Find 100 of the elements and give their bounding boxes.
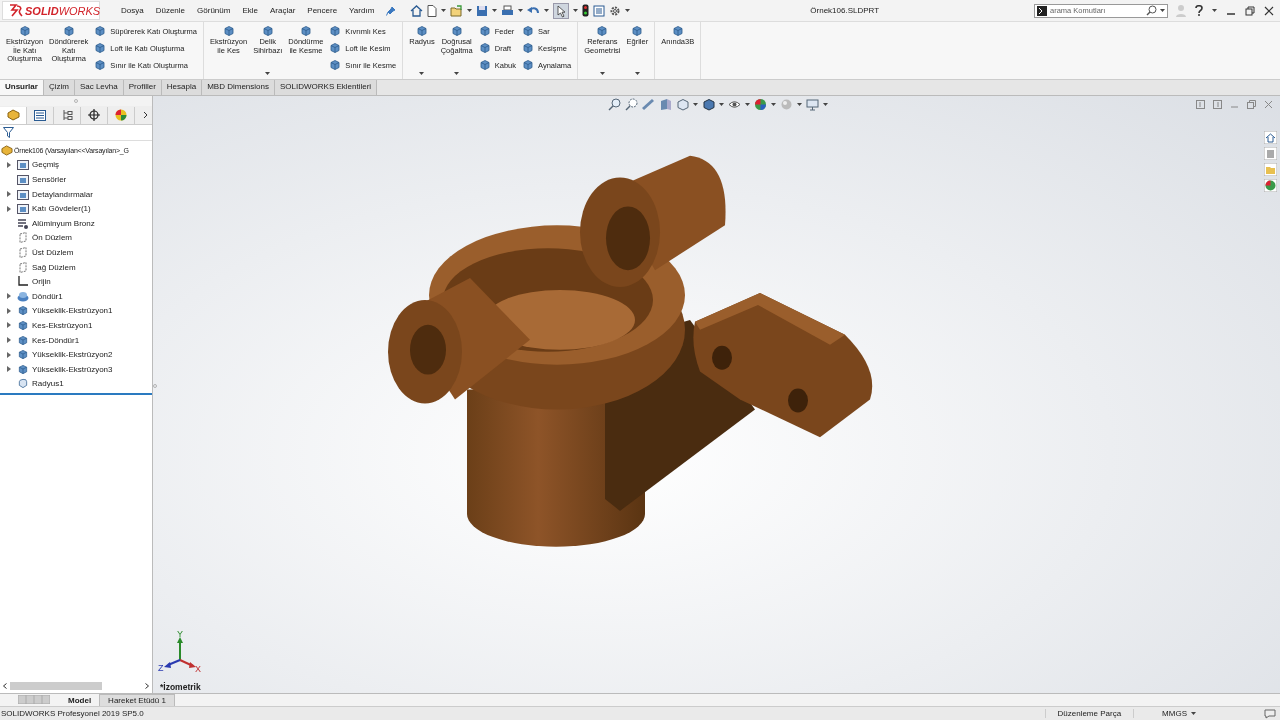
- display-style-icon[interactable]: [702, 98, 715, 111]
- traffic-light-icon[interactable]: [582, 4, 590, 17]
- expand-arrow-icon[interactable]: [6, 307, 11, 314]
- home-icon[interactable]: [410, 4, 424, 17]
- caret-icon[interactable]: [745, 103, 750, 106]
- filter-icon[interactable]: [3, 127, 14, 138]
- ribbon-tab[interactable]: Unsurlar: [0, 80, 44, 95]
- ribbon-tab[interactable]: SOLIDWORKS Eklentileri: [275, 80, 378, 95]
- view-orientation-icon[interactable]: [676, 98, 689, 111]
- splitter-handle-icon[interactable]: [74, 99, 78, 103]
- eye-icon[interactable]: [728, 98, 741, 111]
- tree-item[interactable]: Detaylandırmalar: [32, 189, 93, 199]
- search-icon[interactable]: [1146, 5, 1157, 16]
- color-ball-icon[interactable]: [1264, 179, 1277, 192]
- menu-item[interactable]: Yardım: [349, 6, 375, 15]
- tree-item[interactable]: Ön Düzlem: [32, 233, 72, 243]
- ribbon-tab[interactable]: MBD Dimensions: [202, 80, 275, 95]
- restore-icon[interactable]: [1245, 5, 1255, 16]
- caret-icon[interactable]: [1160, 9, 1165, 12]
- model-tab[interactable]: Hareket Etüdü 1: [99, 693, 175, 707]
- caret-icon[interactable]: [823, 103, 828, 106]
- menu-item[interactable]: Araçlar: [269, 6, 296, 15]
- caret-icon[interactable]: [1212, 9, 1217, 12]
- caret-icon[interactable]: [719, 103, 724, 106]
- expand-arrow-icon[interactable]: [6, 337, 11, 343]
- tile-right-icon[interactable]: [1213, 100, 1222, 109]
- menu-item[interactable]: Dosya: [121, 6, 144, 15]
- expand-arrow-icon[interactable]: [6, 205, 11, 212]
- caret-icon[interactable]: [599, 72, 605, 75]
- settings-icon[interactable]: [609, 4, 622, 17]
- ribbon-tab[interactable]: Çizim: [43, 80, 75, 95]
- caret-icon[interactable]: [454, 72, 460, 75]
- restore-icon[interactable]: [1247, 100, 1256, 109]
- scroll-right-icon[interactable]: [145, 682, 149, 689]
- tree-item[interactable]: Kes-Döndür1: [32, 335, 80, 345]
- cube-icon: [478, 59, 491, 71]
- menu-item[interactable]: Görünüm: [197, 6, 231, 15]
- select-pointer-icon[interactable]: [553, 2, 570, 19]
- save-icon[interactable]: [476, 4, 489, 17]
- caret-icon[interactable]: [518, 9, 524, 12]
- tree-item[interactable]: Sensörler: [32, 175, 67, 184]
- section-view-icon[interactable]: [659, 98, 672, 111]
- caret-icon[interactable]: [1191, 712, 1196, 715]
- close-icon[interactable]: [1264, 5, 1274, 16]
- caret-icon[interactable]: [265, 72, 271, 75]
- zoom-area-icon[interactable]: [625, 98, 638, 111]
- tree-item[interactable]: Radyus1: [32, 379, 64, 389]
- pin-icon[interactable]: [386, 5, 397, 16]
- appearance-icon[interactable]: [754, 98, 767, 111]
- caret-icon[interactable]: [797, 103, 802, 106]
- tree-item[interactable]: Üst Düzlem: [32, 247, 74, 257]
- expand-arrow-icon[interactable]: [6, 191, 11, 198]
- caret-icon[interactable]: [634, 72, 640, 75]
- help-icon[interactable]: [1195, 5, 1203, 16]
- logo[interactable]: SOLIDWORKS: [2, 1, 100, 20]
- tree-item[interactable]: Geçmiş: [32, 160, 60, 170]
- tree-item[interactable]: Yükseklik-Ekstrüzyon3: [32, 364, 113, 374]
- caret-icon[interactable]: [693, 103, 698, 106]
- tile-left-icon[interactable]: [1196, 100, 1205, 109]
- caret-icon[interactable]: [467, 9, 473, 12]
- expand-arrow-icon[interactable]: [6, 351, 11, 358]
- zoom-fit-icon[interactable]: [608, 98, 621, 111]
- home-icon[interactable]: [1264, 131, 1277, 144]
- caret-icon[interactable]: [771, 103, 776, 106]
- menu-item[interactable]: Pencere: [307, 6, 338, 15]
- new-document-icon[interactable]: [427, 4, 438, 17]
- expand-arrow-icon[interactable]: [6, 322, 11, 329]
- chevron-right-icon[interactable]: [143, 111, 148, 119]
- expand-arrow-icon[interactable]: [6, 293, 11, 300]
- comment-icon[interactable]: [1264, 708, 1276, 719]
- tree-item[interactable]: Orijin: [32, 277, 51, 287]
- splitter-handle-icon[interactable]: [153, 384, 157, 388]
- tree-item[interactable]: Alüminyum Bronz: [32, 218, 95, 228]
- rollback-bar[interactable]: [0, 393, 152, 396]
- caret-icon[interactable]: [441, 9, 447, 12]
- tree-item[interactable]: Katı Gövdeler(1): [32, 204, 91, 214]
- ribbon-tab[interactable]: Sac Levha: [74, 80, 124, 95]
- tree-item[interactable]: Kes-Ekstrüzyon1: [32, 320, 93, 330]
- monitor-icon[interactable]: [806, 98, 819, 111]
- ribbon-tab[interactable]: Hesapla: [161, 80, 203, 95]
- menu-item[interactable]: Düzenle: [155, 6, 186, 15]
- caret-icon[interactable]: [544, 9, 550, 12]
- tree-item[interactable]: Sağ Düzlem: [32, 262, 76, 272]
- caret-icon[interactable]: [625, 9, 631, 12]
- tree-item[interactable]: Yükseklik-Ekstrüzyon1: [32, 306, 113, 316]
- panel-tab[interactable]: [0, 106, 27, 124]
- tree-item[interactable]: Döndür1: [32, 291, 63, 301]
- menu-item[interactable]: Ekle: [242, 6, 258, 15]
- caret-icon[interactable]: [573, 9, 579, 12]
- printer-icon[interactable]: [501, 4, 515, 17]
- ribbon-tab[interactable]: Profiller: [123, 80, 162, 95]
- expand-arrow-icon[interactable]: [6, 366, 11, 373]
- caret-icon[interactable]: [492, 9, 498, 12]
- expand-arrow-icon[interactable]: [6, 161, 11, 168]
- caret-icon[interactable]: [419, 72, 425, 75]
- scroll-left-icon[interactable]: [3, 682, 7, 689]
- units-selector[interactable]: MMGS: [1162, 709, 1187, 718]
- scrollbar[interactable]: [0, 680, 152, 691]
- tree-item[interactable]: Yükseklik-Ekstrüzyon2: [32, 350, 113, 360]
- part-model-drawing[interactable]: [388, 155, 873, 547]
